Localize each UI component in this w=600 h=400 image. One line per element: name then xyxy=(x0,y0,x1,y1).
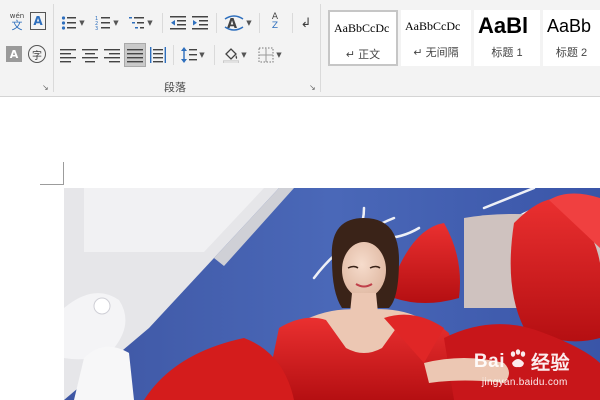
numbering-button[interactable]: 1 2 3 ▼ xyxy=(92,12,122,34)
chevron-down-icon: ▼ xyxy=(113,19,119,27)
align-center-button[interactable] xyxy=(80,44,100,66)
divider xyxy=(214,45,215,65)
numbering-icon: 1 2 3 xyxy=(95,16,111,31)
margin-crop-mark xyxy=(63,162,64,184)
style-name: ↵ 无间隔 xyxy=(413,47,459,59)
justify-icon xyxy=(127,49,143,63)
chinese-layout-icon: A xyxy=(224,15,244,31)
line-spacing-button[interactable]: ▼ xyxy=(178,44,208,66)
paragraph-dialog-launcher-icon[interactable]: ↘ xyxy=(309,84,316,92)
enclose-characters-button[interactable]: 字 xyxy=(28,45,46,63)
enclose-characters-icon: 字 xyxy=(32,50,42,62)
justify-button[interactable] xyxy=(124,43,146,67)
group-separator xyxy=(53,4,54,92)
character-border-button[interactable]: A xyxy=(30,12,46,30)
borders-button[interactable]: ▼ xyxy=(254,44,286,66)
chevron-down-icon: ▼ xyxy=(79,19,85,27)
divider xyxy=(173,45,174,65)
increase-indent-button[interactable] xyxy=(190,12,210,34)
sort-icon-z: Z xyxy=(271,21,279,31)
paragraph-group-label: 段落 xyxy=(164,82,186,94)
line-spacing-icon xyxy=(181,47,198,63)
watermark-brand-suffix: 经验 xyxy=(530,353,570,374)
align-right-button[interactable] xyxy=(102,44,122,66)
multilevel-list-icon xyxy=(129,17,145,29)
style-sample: AaBb xyxy=(547,15,592,36)
style-sample: AaBl xyxy=(478,13,529,38)
font-dialog-launcher-icon[interactable]: ↘ xyxy=(42,84,49,92)
divider xyxy=(292,13,293,33)
group-separator xyxy=(320,4,321,92)
style-name: ↵ 正文 xyxy=(345,49,381,61)
bullets-icon xyxy=(62,16,77,30)
style-normal[interactable]: AaBbCcDc ↵ 正文 xyxy=(328,10,398,66)
divider xyxy=(162,13,163,33)
paw-print-icon xyxy=(508,348,528,375)
increase-indent-icon xyxy=(192,16,208,30)
align-left-button[interactable] xyxy=(58,44,78,66)
phonetic-guide-button[interactable]: wén 文 xyxy=(6,10,28,32)
borders-icon xyxy=(258,47,274,63)
style-no-spacing[interactable]: AaBbCcDc ↵ 无间隔 xyxy=(401,10,471,66)
style-name: 标题 1 xyxy=(491,47,523,59)
align-left-icon xyxy=(60,49,76,63)
show-formatting-marks-button[interactable]: ↲ xyxy=(297,12,315,34)
style-name: 标题 2 xyxy=(555,47,588,59)
svg-text:3: 3 xyxy=(95,26,98,31)
align-center-icon xyxy=(82,49,98,63)
shading-button[interactable]: ▼ xyxy=(220,44,250,66)
style-sample: AaBbCcDc xyxy=(334,20,390,35)
distributed-icon xyxy=(150,47,166,63)
ribbon: wén 文 A A 字 ↘ ▼ 1 2 3 ▼ ▼ A ▼ A Z ↲ ▼ ▼ … xyxy=(0,0,600,97)
margin-crop-mark xyxy=(40,184,64,185)
chevron-down-icon: ▼ xyxy=(246,19,252,27)
chinese-layout-button[interactable]: A ▼ xyxy=(222,12,254,34)
character-border-icon: A xyxy=(33,14,43,28)
watermark-brand: Bai xyxy=(473,350,505,372)
chevron-down-icon: ▼ xyxy=(241,51,247,59)
style-heading-2[interactable]: AaBb 标题 2 xyxy=(543,10,600,66)
divider xyxy=(259,13,260,33)
baidu-jingyan-watermark: Bai 经验 jingyan.baidu.com xyxy=(474,348,570,388)
multilevel-list-button[interactable]: ▼ xyxy=(126,12,156,34)
style-sample: AaBbCcDc xyxy=(405,18,461,33)
bullets-button[interactable]: ▼ xyxy=(58,12,88,34)
watermark-url: jingyan.baidu.com xyxy=(481,377,568,388)
decrease-indent-button[interactable] xyxy=(168,12,188,34)
character-shading-button[interactable]: A xyxy=(6,46,22,62)
chevron-down-icon: ▼ xyxy=(147,19,153,27)
style-heading-1[interactable]: AaBl 标题 1 xyxy=(474,10,540,66)
chevron-down-icon: ▼ xyxy=(199,51,205,59)
distributed-button[interactable] xyxy=(148,44,168,66)
phonetic-guide-glyph: 文 xyxy=(11,19,23,32)
return-mark-icon: ↲ xyxy=(300,15,312,31)
divider xyxy=(216,13,217,33)
align-right-icon xyxy=(104,49,120,63)
paint-bucket-icon xyxy=(223,48,240,63)
character-shading-icon: A xyxy=(9,47,19,61)
chevron-down-icon: ▼ xyxy=(276,51,282,59)
sort-button[interactable]: A Z xyxy=(264,11,286,33)
decrease-indent-icon xyxy=(170,16,186,30)
inserted-photo[interactable]: Bai 经验 jingyan.baidu.com xyxy=(64,188,600,400)
